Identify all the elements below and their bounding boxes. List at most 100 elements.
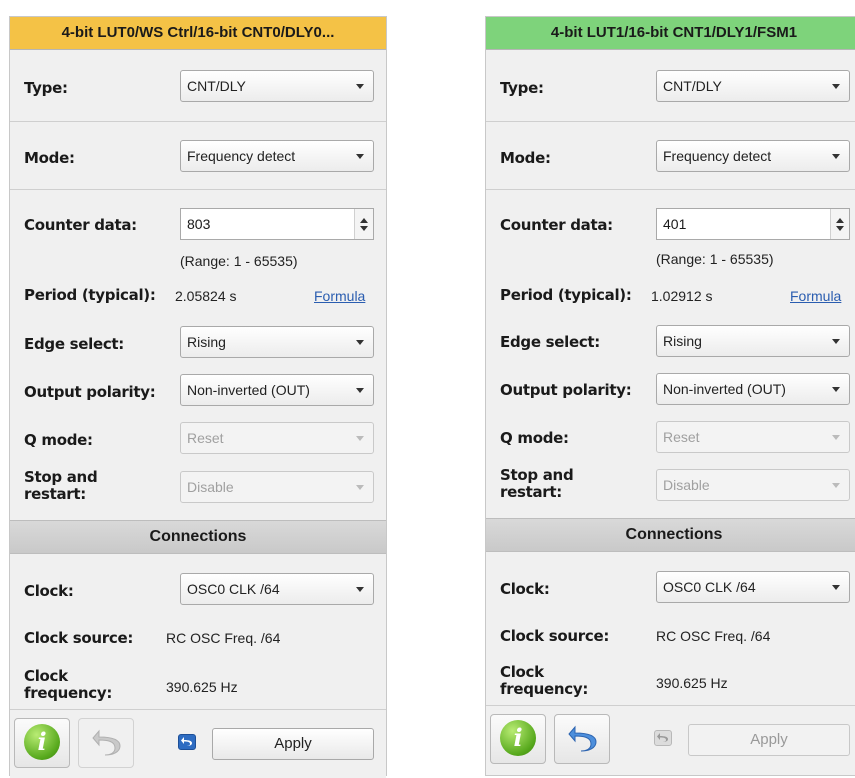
panel-title: 4-bit LUT0/WS Ctrl/16-bit CNT0/DLY0...	[10, 17, 386, 50]
type-dropdown[interactable]: CNT/DLY	[180, 70, 374, 102]
clock-frequency-label-line1: Clock	[500, 663, 544, 681]
chevron-down-icon	[832, 483, 840, 488]
output-polarity-dropdown[interactable]: Non-inverted (OUT)	[656, 373, 850, 405]
counter-data-spinbox[interactable]: 803	[180, 208, 374, 240]
formula-link[interactable]: Formula	[314, 288, 365, 304]
chevron-down-icon	[356, 587, 364, 592]
mode-dropdown[interactable]: Frequency detect	[656, 140, 850, 172]
panel-toolbar: i Apply	[10, 709, 386, 778]
chevron-down-icon	[832, 387, 840, 392]
mode-dropdown[interactable]: Frequency detect	[180, 140, 374, 172]
stop-restart-label-line2: restart:	[500, 483, 562, 501]
small-undo-icon[interactable]	[178, 734, 196, 750]
panel-title: 4-bit LUT1/16-bit CNT1/DLY1/FSM1	[486, 17, 855, 50]
chevron-down-icon	[356, 154, 364, 159]
clock-dropdown[interactable]: OSC0 CLK /64	[180, 573, 374, 605]
type-value: CNT/DLY	[187, 78, 246, 94]
spin-up-icon[interactable]	[836, 218, 844, 223]
info-icon: i	[24, 724, 60, 760]
clock-source-value: RC OSC Freq. /64	[166, 630, 281, 646]
output-polarity-value: Non-inverted (OUT)	[663, 381, 786, 397]
stop-restart-dropdown: Disable	[180, 471, 374, 503]
mode-label: Mode:	[24, 149, 75, 167]
mode-value: Frequency detect	[663, 148, 772, 164]
clock-frequency-value: 390.625 Hz	[656, 675, 728, 691]
output-polarity-dropdown[interactable]: Non-inverted (OUT)	[180, 374, 374, 406]
chevron-down-icon	[356, 84, 364, 89]
output-polarity-label: Output polarity:	[24, 383, 156, 401]
apply-button: Apply	[688, 724, 850, 756]
undo-arrow-icon	[181, 737, 192, 746]
clock-source-label: Clock source:	[500, 627, 610, 645]
edge-select-dropdown[interactable]: Rising	[656, 325, 850, 357]
stop-restart-label-line1: Stop and	[500, 466, 574, 484]
output-polarity-value: Non-inverted (OUT)	[187, 382, 310, 398]
counter-data-spinbox[interactable]: 401	[656, 208, 850, 240]
q-mode-label: Q mode:	[24, 431, 93, 449]
edge-select-label: Edge select:	[500, 333, 600, 351]
clock-frequency-label-line2: frequency:	[24, 684, 113, 702]
spin-down-icon[interactable]	[836, 226, 844, 231]
counter-data-value: 803	[187, 216, 211, 232]
output-polarity-label: Output polarity:	[500, 381, 632, 399]
connections-header: Connections	[486, 518, 855, 552]
stop-restart-label-line1: Stop and	[24, 468, 98, 486]
chevron-down-icon	[832, 84, 840, 89]
undo-icon	[568, 725, 597, 752]
chevron-down-icon	[832, 154, 840, 159]
period-value: 1.02912 s	[651, 288, 713, 304]
spin-up-icon[interactable]	[360, 218, 368, 223]
type-dropdown[interactable]: CNT/DLY	[656, 70, 850, 102]
mode-label: Mode:	[500, 149, 551, 167]
spin-buttons[interactable]	[354, 209, 373, 239]
range-hint: (Range: 1 - 65535)	[180, 253, 298, 269]
type-value: CNT/DLY	[663, 78, 722, 94]
clock-label: Clock:	[24, 582, 74, 600]
stop-restart-dropdown: Disable	[656, 469, 850, 501]
period-value: 2.05824 s	[175, 288, 237, 304]
stop-restart-label: Stop and restart:	[500, 466, 574, 501]
chevron-down-icon	[832, 339, 840, 344]
formula-link[interactable]: Formula	[790, 288, 841, 304]
spin-down-icon[interactable]	[360, 226, 368, 231]
clock-source-value: RC OSC Freq. /64	[656, 628, 771, 644]
stop-restart-label-line2: restart:	[24, 485, 86, 503]
counter-data-value: 401	[663, 216, 687, 232]
divider	[10, 189, 386, 190]
clock-source-label: Clock source:	[24, 629, 134, 647]
clock-frequency-label: Clock frequency:	[24, 668, 112, 702]
edge-select-label: Edge select:	[24, 335, 124, 353]
clock-frequency-label-line2: frequency:	[500, 680, 589, 698]
undo-arrow-icon	[657, 733, 668, 742]
clock-value: OSC0 CLK /64	[663, 579, 756, 595]
panel-toolbar: i Apply	[486, 705, 855, 774]
clock-frequency-value: 390.625 Hz	[166, 679, 238, 695]
small-undo-icon	[654, 730, 672, 746]
divider	[10, 121, 386, 122]
info-button[interactable]: i	[490, 714, 546, 764]
chevron-down-icon	[356, 485, 364, 490]
undo-button	[78, 718, 134, 768]
spin-buttons[interactable]	[830, 209, 849, 239]
q-mode-value: Reset	[663, 429, 700, 445]
edge-select-dropdown[interactable]: Rising	[180, 326, 374, 358]
info-icon: i	[500, 720, 536, 756]
stop-restart-value: Disable	[187, 479, 234, 495]
chevron-down-icon	[832, 435, 840, 440]
divider	[486, 189, 855, 190]
undo-icon	[92, 729, 121, 756]
clock-dropdown[interactable]: OSC0 CLK /64	[656, 571, 850, 603]
counter-data-label: Counter data:	[500, 216, 613, 234]
q-mode-value: Reset	[187, 430, 224, 446]
undo-button[interactable]	[554, 714, 610, 764]
edge-select-value: Rising	[663, 333, 702, 349]
period-label: Period (typical):	[24, 286, 156, 304]
q-mode-label: Q mode:	[500, 429, 569, 447]
counter-data-label: Counter data:	[24, 216, 137, 234]
apply-button[interactable]: Apply	[212, 728, 374, 760]
chevron-down-icon	[356, 388, 364, 393]
chevron-down-icon	[832, 585, 840, 590]
stop-restart-label: Stop and restart:	[24, 468, 98, 503]
info-button[interactable]: i	[14, 718, 70, 768]
q-mode-dropdown: Reset	[656, 421, 850, 453]
